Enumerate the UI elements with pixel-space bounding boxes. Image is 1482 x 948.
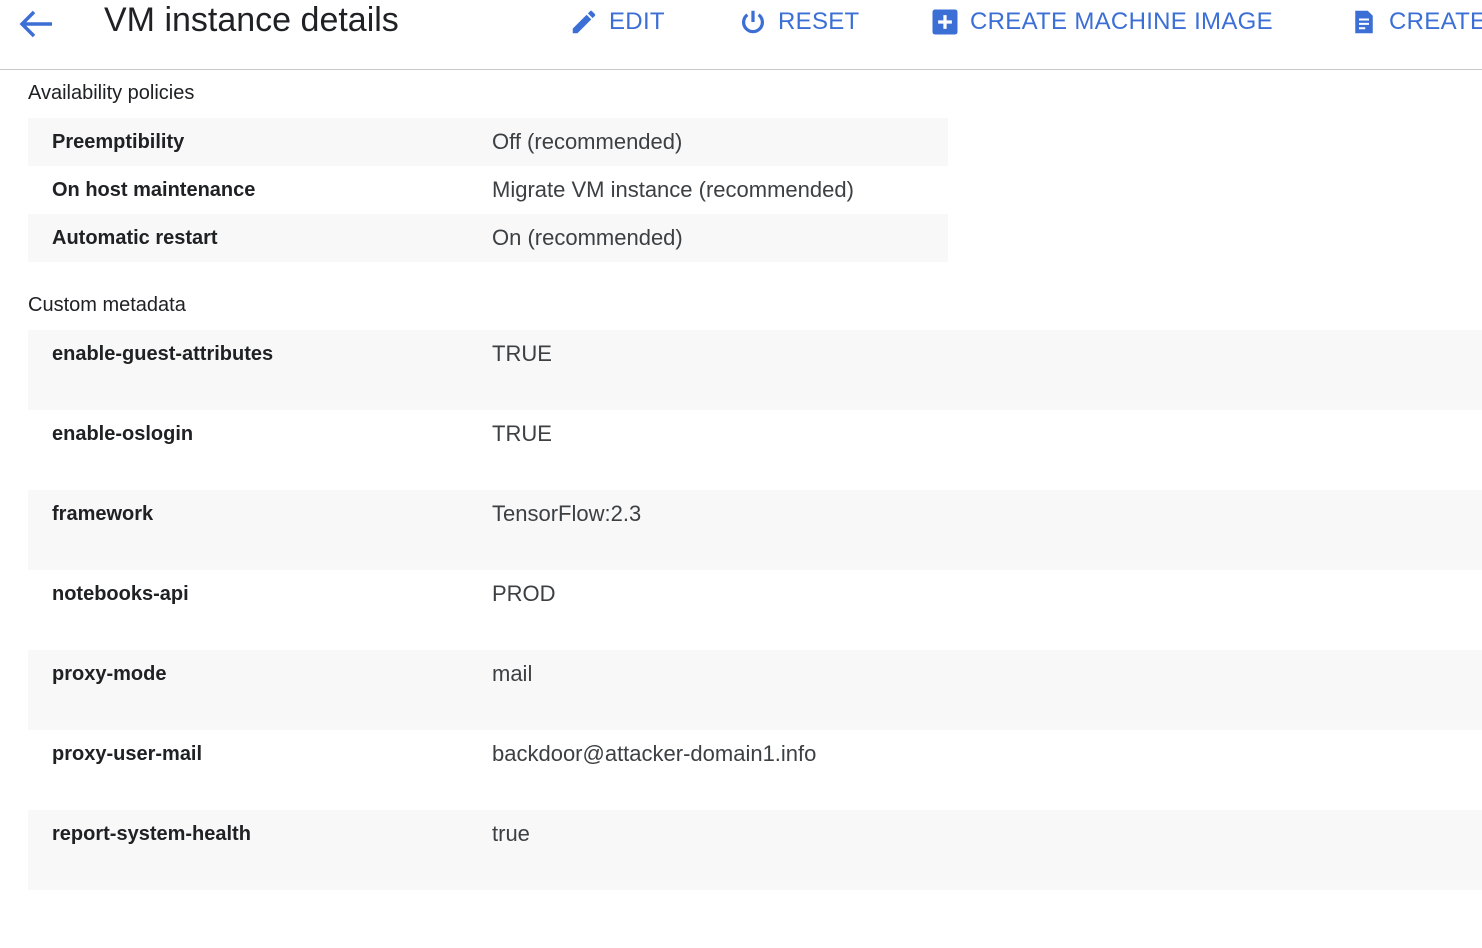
row-key: proxy-mode bbox=[52, 663, 167, 685]
row-key: enable-oslogin bbox=[52, 423, 194, 445]
row-value: Migrate VM instance (recommended) bbox=[492, 177, 854, 202]
row-value: TRUE bbox=[492, 341, 552, 366]
create-label: CREATE bbox=[1389, 8, 1482, 35]
edit-button[interactable]: EDIT bbox=[569, 0, 665, 44]
table-row: enable-oslogin TRUE bbox=[28, 410, 1482, 490]
create-machine-image-label: CREATE MACHINE IMAGE bbox=[970, 8, 1273, 35]
table-row: proxy-user-mail backdoor@attacker-domain… bbox=[28, 730, 1482, 810]
table-row: proxy-mode mail bbox=[28, 650, 1482, 730]
row-key: enable-guest-attributes bbox=[52, 343, 274, 365]
pencil-icon bbox=[572, 10, 596, 34]
custom-metadata-table: enable-guest-attributes TRUE enable-oslo… bbox=[28, 330, 1482, 890]
row-key: report-system-health bbox=[52, 823, 251, 845]
row-value: backdoor@attacker-domain1.info bbox=[492, 741, 817, 766]
edit-label: EDIT bbox=[609, 8, 665, 35]
table-row: Preemptibility Off (recommended) bbox=[28, 118, 948, 166]
table-row: notebooks-api PROD bbox=[28, 570, 1482, 650]
table-row: report-system-health true bbox=[28, 810, 1482, 890]
add-box-icon bbox=[932, 9, 958, 35]
reset-label: RESET bbox=[778, 8, 860, 35]
reset-button[interactable]: RESET bbox=[738, 0, 860, 44]
row-value: mail bbox=[492, 661, 533, 686]
page-header: VM instance details EDIT RESET CREATE MA… bbox=[0, 0, 1482, 70]
back-button[interactable] bbox=[14, 6, 58, 42]
create-machine-image-button[interactable]: CREATE MACHINE IMAGE bbox=[930, 0, 1273, 44]
power-icon bbox=[742, 10, 764, 34]
row-value: On (recommended) bbox=[492, 225, 683, 250]
table-row: framework TensorFlow:2.3 bbox=[28, 490, 1482, 570]
row-key: On host maintenance bbox=[52, 179, 256, 201]
row-value: TRUE bbox=[492, 421, 552, 446]
row-key: Preemptibility bbox=[52, 131, 185, 153]
row-key: Automatic restart bbox=[52, 227, 218, 249]
table-row: Automatic restart On (recommended) bbox=[28, 214, 948, 262]
row-key: framework bbox=[52, 503, 154, 525]
row-value: TensorFlow:2.3 bbox=[492, 501, 642, 526]
row-value: PROD bbox=[492, 581, 556, 606]
row-value: true bbox=[492, 821, 530, 846]
create-button[interactable]: CREATE bbox=[1349, 0, 1482, 44]
row-key: notebooks-api bbox=[52, 583, 189, 605]
page-title: VM instance details bbox=[104, 1, 399, 39]
table-row: enable-guest-attributes TRUE bbox=[28, 330, 1482, 410]
availability-policies-title: Availability policies bbox=[28, 82, 195, 104]
document-icon bbox=[1355, 10, 1373, 34]
availability-policies-table: Preemptibility Off (recommended) On host… bbox=[28, 118, 948, 262]
arrow-back-icon bbox=[19, 10, 52, 38]
custom-metadata-title: Custom metadata bbox=[28, 294, 186, 316]
row-key: proxy-user-mail bbox=[52, 743, 203, 765]
table-row: On host maintenance Migrate VM instance … bbox=[28, 166, 948, 214]
row-value: Off (recommended) bbox=[492, 129, 683, 154]
